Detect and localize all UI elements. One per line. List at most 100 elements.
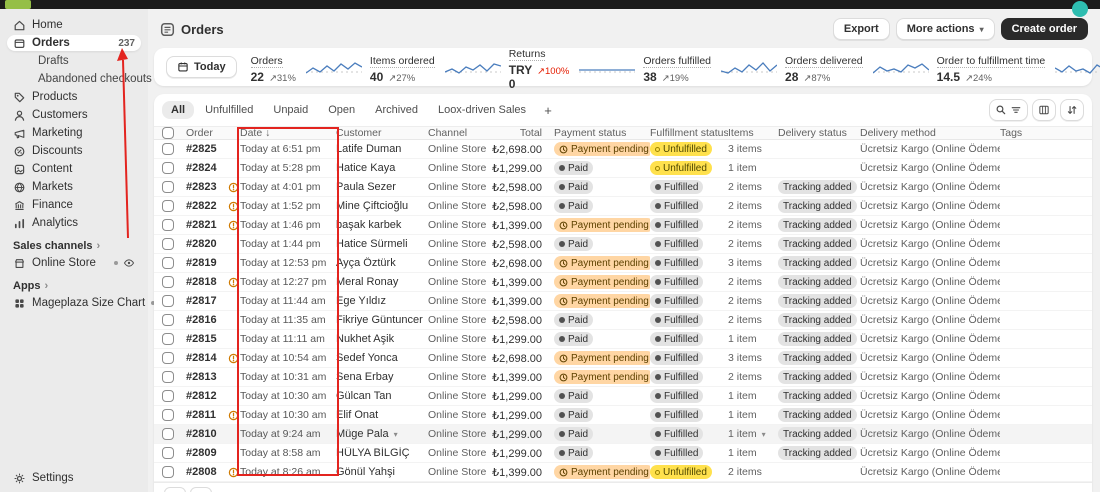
- row-checkbox[interactable]: [162, 295, 174, 307]
- metric-orders-fulfilled[interactable]: Orders fulfilled 38 ↗19%: [643, 51, 778, 84]
- sidebar-item-online-store[interactable]: Online Store: [7, 255, 141, 271]
- row-checkbox[interactable]: [162, 371, 174, 383]
- column-header-tags[interactable]: Tags: [1000, 127, 1084, 139]
- search-filter-button[interactable]: [989, 99, 1028, 121]
- sidebar-item-analytics[interactable]: Analytics: [7, 215, 141, 231]
- row-checkbox[interactable]: [162, 352, 174, 364]
- order-number[interactable]: #2823: [186, 181, 226, 193]
- order-row-2819[interactable]: #2819 Today at 12:53 pm Ayça Öztürk Onli…: [154, 254, 1092, 273]
- order-row-2809[interactable]: #2809 Today at 8:58 am HÜLYA BİLGİÇ Onli…: [154, 444, 1092, 463]
- order-number[interactable]: #2821: [186, 219, 226, 231]
- column-header-customer[interactable]: Customer: [336, 127, 428, 139]
- column-header-order[interactable]: Order: [186, 127, 226, 139]
- row-checkbox[interactable]: [162, 333, 174, 345]
- row-checkbox[interactable]: [162, 162, 174, 174]
- column-header-delivery-method[interactable]: Delivery method: [860, 127, 1000, 139]
- order-number[interactable]: #2815: [186, 333, 226, 345]
- row-checkbox[interactable]: [162, 447, 174, 459]
- order-row-2821[interactable]: #2821 Today at 1:46 pm başak karbek Onli…: [154, 216, 1092, 235]
- metric-returns[interactable]: Returns TRY 0 ↗100%: [508, 44, 636, 91]
- sidebar-item-marketing[interactable]: Marketing: [7, 125, 141, 141]
- sidebar-item-mageplaza-size-chart[interactable]: Mageplaza Size Chart: [7, 295, 156, 311]
- order-row-2817[interactable]: #2817 Today at 11:44 am Ege Yıldız Onlin…: [154, 292, 1092, 311]
- order-number[interactable]: #2822: [186, 200, 226, 212]
- order-row-2824[interactable]: #2824 Today at 5:28 pm Hatice Kaya Onlin…: [154, 159, 1092, 178]
- export-button[interactable]: Export: [832, 18, 890, 40]
- chevron-down-icon[interactable]: ▾: [762, 430, 766, 439]
- add-view-button[interactable]: +: [537, 100, 559, 120]
- sidebar-item-content[interactable]: Content: [7, 161, 141, 177]
- order-number[interactable]: #2809: [186, 447, 226, 459]
- sidebar-item-products[interactable]: Products: [7, 89, 141, 105]
- tab-archived[interactable]: Archived: [366, 101, 427, 119]
- tab-open[interactable]: Open: [319, 101, 364, 119]
- column-header-items[interactable]: Items: [728, 127, 778, 139]
- column-header-payment-status[interactable]: Payment status: [554, 127, 650, 139]
- eye-icon[interactable]: [123, 257, 135, 269]
- order-number[interactable]: #2811: [186, 409, 226, 421]
- order-number[interactable]: #2808: [186, 466, 226, 478]
- row-checkbox[interactable]: [162, 314, 174, 326]
- order-row-2822[interactable]: #2822 Today at 1:52 pm Mine Çiftcioğlu O…: [154, 197, 1092, 216]
- user-avatar[interactable]: [1072, 1, 1088, 17]
- column-header-delivery-status[interactable]: Delivery status: [778, 127, 860, 139]
- tab-loox-driven-sales[interactable]: Loox-driven Sales: [429, 101, 535, 119]
- sidebar-item-discounts[interactable]: Discounts: [7, 143, 141, 159]
- row-checkbox[interactable]: [162, 219, 174, 231]
- order-row-2820[interactable]: #2820 Today at 1:44 pm Hatice Sürmeli On…: [154, 235, 1092, 254]
- create-order-button[interactable]: Create order: [1000, 18, 1088, 40]
- row-checkbox[interactable]: [162, 143, 174, 155]
- order-row-2813[interactable]: #2813 Today at 10:31 am Sena Erbay Onlin…: [154, 368, 1092, 387]
- select-all-checkbox[interactable]: [162, 127, 174, 139]
- sidebar-section-sales-channels[interactable]: Sales channels ›: [13, 240, 135, 252]
- sidebar-item-home[interactable]: Home: [7, 17, 141, 33]
- row-checkbox[interactable]: [162, 466, 174, 478]
- sidebar-item-markets[interactable]: Markets: [7, 179, 141, 195]
- metric-order-to-fulfillment-time[interactable]: Order to fulfillment time 14.5 ↗24%: [936, 51, 1100, 84]
- order-number[interactable]: #2825: [186, 143, 226, 155]
- order-number[interactable]: #2817: [186, 295, 226, 307]
- row-checkbox[interactable]: [162, 409, 174, 421]
- order-number[interactable]: #2819: [186, 257, 226, 269]
- order-row-2816[interactable]: #2816 Today at 11:35 am Fikriye Güntunce…: [154, 311, 1092, 330]
- more-actions-button[interactable]: More actions ▾: [895, 18, 995, 40]
- next-page-button[interactable]: ›: [190, 486, 212, 492]
- row-checkbox[interactable]: [162, 200, 174, 212]
- tab-unpaid[interactable]: Unpaid: [264, 101, 317, 119]
- order-row-2818[interactable]: #2818 Today at 12:27 pm Meral Ronay Onli…: [154, 273, 1092, 292]
- order-row-2815[interactable]: #2815 Today at 11:11 am Nukhet Aşik Onli…: [154, 330, 1092, 349]
- row-checkbox[interactable]: [162, 276, 174, 288]
- row-checkbox[interactable]: [162, 257, 174, 269]
- chevron-down-icon[interactable]: ▾: [394, 430, 398, 439]
- columns-button[interactable]: [1032, 99, 1056, 121]
- order-row-2814[interactable]: #2814 Today at 10:54 am Sedef Yonca Onli…: [154, 349, 1092, 368]
- metric-orders[interactable]: Orders 22 ↗31%: [250, 51, 362, 84]
- prev-page-button[interactable]: ‹: [164, 486, 186, 492]
- column-header-date-sort[interactable]: Date ↓: [240, 127, 336, 139]
- order-number[interactable]: #2812: [186, 390, 226, 402]
- order-row-2811[interactable]: #2811 Today at 10:30 am Elif Onat Online…: [154, 406, 1092, 425]
- sort-button[interactable]: [1060, 99, 1084, 121]
- order-row-2808[interactable]: #2808 Today at 8:26 am Gönül Yahşi Onlin…: [154, 463, 1092, 482]
- sidebar-item-settings[interactable]: Settings: [7, 470, 141, 486]
- order-row-2810[interactable]: #2810 Today at 9:24 am Müge Pala ▾ Online…: [154, 425, 1092, 444]
- row-checkbox[interactable]: [162, 181, 174, 193]
- row-checkbox[interactable]: [162, 238, 174, 250]
- order-number[interactable]: #2824: [186, 162, 226, 174]
- column-header-total[interactable]: Total: [486, 127, 554, 139]
- sidebar-item-customers[interactable]: Customers: [7, 107, 141, 123]
- sidebar-item-drafts[interactable]: Drafts: [7, 53, 141, 69]
- order-number[interactable]: #2810: [186, 428, 226, 440]
- tab-unfulfilled[interactable]: Unfulfilled: [196, 101, 262, 119]
- row-checkbox[interactable]: [162, 390, 174, 402]
- order-number[interactable]: #2814: [186, 352, 226, 364]
- date-range-button[interactable]: Today: [166, 56, 237, 78]
- column-header-channel[interactable]: Channel: [428, 127, 486, 139]
- sidebar-item-abandoned-checkouts[interactable]: Abandoned checkouts: [7, 71, 152, 87]
- tab-all[interactable]: All: [162, 101, 195, 119]
- sidebar-item-orders[interactable]: Orders 237: [7, 35, 141, 51]
- order-number[interactable]: #2820: [186, 238, 226, 250]
- order-row-2812[interactable]: #2812 Today at 10:30 am Gülcan Tan Onlin…: [154, 387, 1092, 406]
- row-checkbox[interactable]: [162, 428, 174, 440]
- sidebar-item-finance[interactable]: Finance: [7, 197, 141, 213]
